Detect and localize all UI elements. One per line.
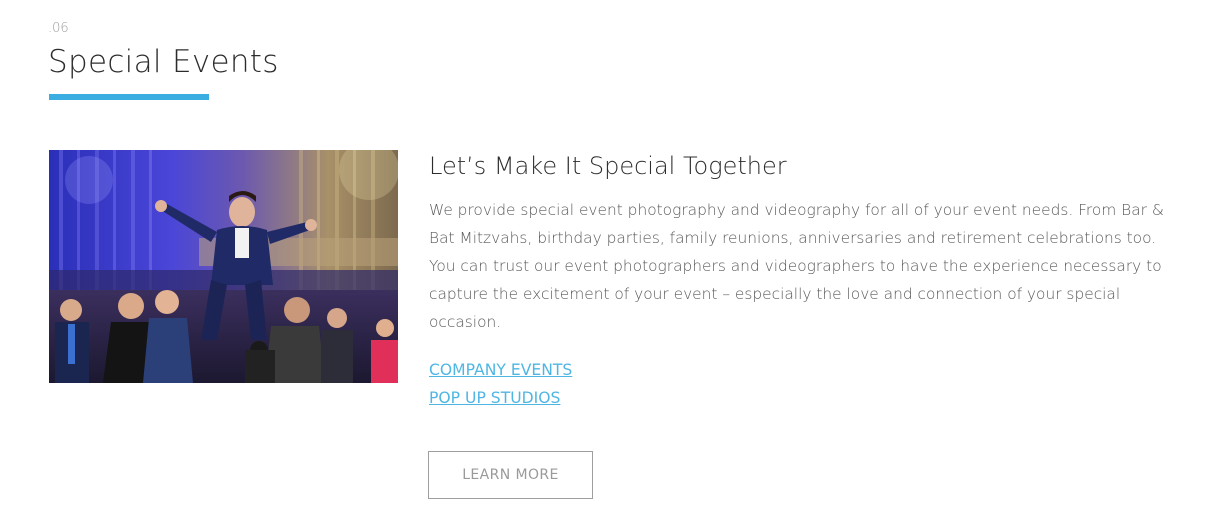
section-number: .06 [48,21,69,36]
content-heading: Let’s Make It Special Together [429,152,787,180]
event-photo [49,150,398,383]
title-underline [49,94,209,100]
content-paragraph: We provide special event photography and… [429,201,1164,331]
event-photo-image [49,150,398,383]
pop-up-studios-link[interactable]: POP UP STUDIOS [429,384,560,412]
related-links: COMPANY EVENTS POP UP STUDIOS [429,356,1169,412]
special-events-section: .06 Special Events Let’s Make It Special… [0,0,1224,506]
event-content: Let’s Make It Special Together We provid… [429,152,1169,412]
learn-more-button[interactable]: LEARN MORE [428,451,593,499]
company-events-link[interactable]: COMPANY EVENTS [429,356,572,384]
section-title: Special Events [48,44,279,80]
